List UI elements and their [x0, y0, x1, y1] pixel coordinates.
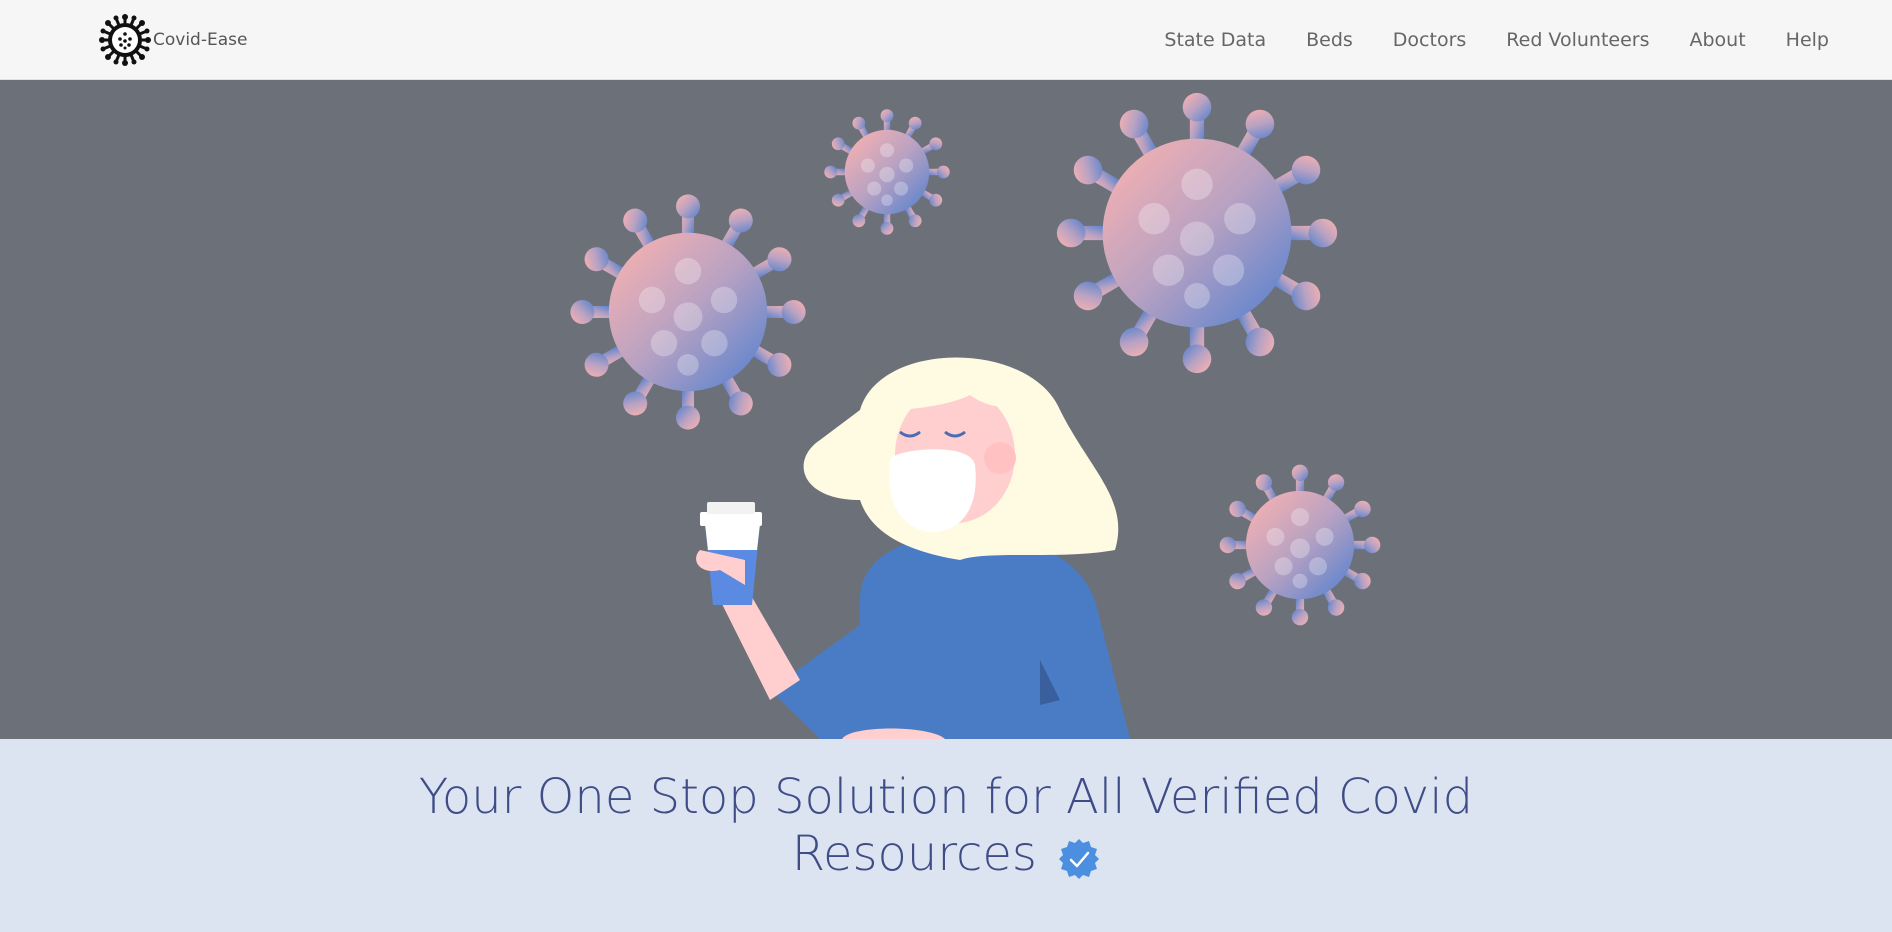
brand-name: Covid-Ease	[153, 30, 248, 50]
tagline-line-2: Resources	[791, 826, 1037, 882]
nav-about[interactable]: About	[1689, 29, 1745, 51]
navbar: Covid-Ease State Data Beds Doctors Red V…	[0, 0, 1892, 80]
hero-banner	[0, 80, 1892, 739]
virus-illustration-right	[1220, 465, 1381, 626]
hero-illustration	[0, 80, 1892, 739]
brand-link[interactable]: Covid-Ease	[99, 14, 247, 66]
verified-badge-icon	[1059, 839, 1100, 879]
virus-illustration-large	[1057, 93, 1337, 373]
tagline-section: Your One Stop Solution for All Verified …	[0, 739, 1892, 932]
nav-red-volunteers[interactable]: Red Volunteers	[1506, 29, 1649, 51]
nav-doctors[interactable]: Doctors	[1393, 29, 1467, 51]
nav-state-data[interactable]: State Data	[1164, 29, 1266, 51]
nav-beds[interactable]: Beds	[1306, 29, 1353, 51]
tagline-line-1: Your One Stop Solution for All Verified …	[418, 769, 1474, 825]
woman-figure	[696, 357, 1130, 739]
main-nav: State Data Beds Doctors Red Volunteers A…	[1124, 0, 1829, 80]
page-tagline: Your One Stop Solution for All Verified …	[0, 769, 1892, 883]
virus-illustration-left	[570, 194, 805, 429]
nav-help[interactable]: Help	[1786, 29, 1829, 51]
virus-icon	[99, 14, 151, 66]
virus-illustration-small-top	[824, 109, 949, 234]
